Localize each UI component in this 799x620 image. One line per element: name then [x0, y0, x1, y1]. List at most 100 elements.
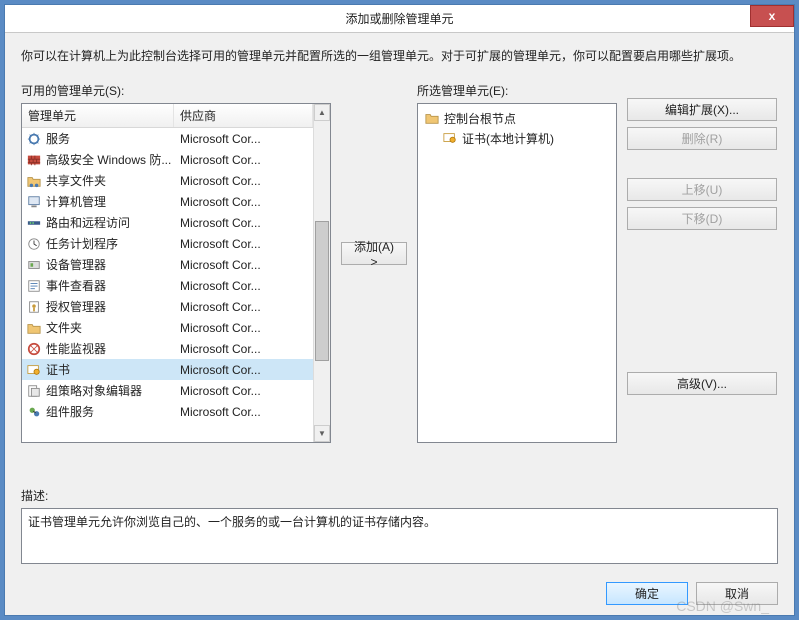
remove-button[interactable]: 删除(R)	[627, 127, 777, 150]
snapin-name: 证书	[46, 361, 180, 378]
list-item[interactable]: 证书Microsoft Cor...	[22, 359, 313, 380]
col-header-vendor[interactable]: 供应商	[174, 104, 313, 127]
selected-column: 所选管理单元(E): 控制台根节点 证书(本地计算机)	[417, 82, 617, 443]
tree-child-label: 证书(本地计算机)	[462, 130, 554, 147]
services-icon	[26, 131, 42, 147]
eventvwr-icon	[26, 278, 42, 294]
available-label: 可用的管理单元(S):	[21, 82, 331, 99]
available-list[interactable]: 管理单元 供应商 服务Microsoft Cor...高级安全 Windows …	[21, 103, 331, 443]
snapin-name: 共享文件夹	[46, 172, 180, 189]
snapin-name: 高级安全 Windows 防...	[46, 151, 180, 168]
list-item[interactable]: 路由和远程访问Microsoft Cor...	[22, 212, 313, 233]
list-item[interactable]: 共享文件夹Microsoft Cor...	[22, 170, 313, 191]
list-item[interactable]: 任务计划程序Microsoft Cor...	[22, 233, 313, 254]
snapin-name: 计算机管理	[46, 193, 180, 210]
cert-icon	[26, 362, 42, 378]
snapin-vendor: Microsoft Cor...	[180, 363, 313, 377]
scroll-up-button[interactable]: ▲	[314, 104, 330, 121]
snapin-name: 组件服务	[46, 403, 180, 420]
list-item[interactable]: 事件查看器Microsoft Cor...	[22, 275, 313, 296]
list-item[interactable]: 设备管理器Microsoft Cor...	[22, 254, 313, 275]
shared-icon	[26, 173, 42, 189]
description-box: 证书管理单元允许你浏览自己的、一个服务的或一台计算机的证书存储内容。	[21, 508, 778, 564]
ok-button[interactable]: 确定	[606, 582, 688, 605]
close-button[interactable]: x	[750, 5, 794, 27]
snapin-vendor: Microsoft Cor...	[180, 384, 313, 398]
description-text: 证书管理单元允许你浏览自己的、一个服务的或一台计算机的证书存储内容。	[28, 515, 436, 529]
certificate-icon	[442, 130, 458, 146]
snapin-name: 任务计划程序	[46, 235, 180, 252]
snapin-name: 路由和远程访问	[46, 214, 180, 231]
list-item[interactable]: 授权管理器Microsoft Cor...	[22, 296, 313, 317]
snapin-name: 授权管理器	[46, 298, 180, 315]
snapin-vendor: Microsoft Cor...	[180, 405, 313, 419]
titlebar: 添加或删除管理单元 x	[5, 5, 794, 33]
edit-extensions-button[interactable]: 编辑扩展(X)...	[627, 98, 777, 121]
list-item[interactable]: 组件服务Microsoft Cor...	[22, 401, 313, 422]
perfmon-icon	[26, 341, 42, 357]
list-item[interactable]: 服务Microsoft Cor...	[22, 128, 313, 149]
intro-text: 你可以在计算机上为此控制台选择可用的管理单元并配置所选的一组管理单元。对于可扩展…	[21, 47, 778, 64]
snapin-vendor: Microsoft Cor...	[180, 216, 313, 230]
folder-icon	[26, 320, 42, 336]
tasksched-icon	[26, 236, 42, 252]
snapin-name: 组策略对象编辑器	[46, 382, 180, 399]
rras-icon	[26, 215, 42, 231]
list-rows: 服务Microsoft Cor...高级安全 Windows 防...Micro…	[22, 128, 313, 422]
snapin-vendor: Microsoft Cor...	[180, 132, 313, 146]
list-item[interactable]: 计算机管理Microsoft Cor...	[22, 191, 313, 212]
cancel-button[interactable]: 取消	[696, 582, 778, 605]
devmgr-icon	[26, 257, 42, 273]
snapin-name: 文件夹	[46, 319, 180, 336]
snapin-name: 设备管理器	[46, 256, 180, 273]
scroll-thumb[interactable]	[315, 221, 329, 361]
available-column: 可用的管理单元(S): 管理单元 供应商 服务Microsoft Cor...高…	[21, 82, 331, 443]
compmgmt-icon	[26, 194, 42, 210]
list-item[interactable]: 组策略对象编辑器Microsoft Cor...	[22, 380, 313, 401]
tree-root[interactable]: 控制台根节点	[424, 108, 610, 128]
columns: 可用的管理单元(S): 管理单元 供应商 服务Microsoft Cor...高…	[21, 82, 778, 473]
snapin-vendor: Microsoft Cor...	[180, 300, 313, 314]
tree-child[interactable]: 证书(本地计算机)	[442, 128, 610, 148]
authmgr-icon	[26, 299, 42, 315]
window-title: 添加或删除管理单元	[5, 10, 794, 27]
snapin-vendor: Microsoft Cor...	[180, 153, 313, 167]
tree-root-label: 控制台根节点	[444, 110, 516, 127]
description-section: 描述: 证书管理单元允许你浏览自己的、一个服务的或一台计算机的证书存储内容。	[21, 487, 778, 564]
scrollbar[interactable]: ▲ ▼	[313, 104, 330, 442]
snapin-name: 性能监视器	[46, 340, 180, 357]
scroll-track[interactable]	[314, 121, 330, 425]
snapin-vendor: Microsoft Cor...	[180, 321, 313, 335]
snapin-vendor: Microsoft Cor...	[180, 237, 313, 251]
description-label: 描述:	[21, 487, 778, 504]
gpedit-icon	[26, 383, 42, 399]
footer: 确定 取消	[5, 574, 794, 615]
firewall-icon	[26, 152, 42, 168]
add-button[interactable]: 添加(A) >	[341, 242, 407, 265]
move-down-button[interactable]: 下移(D)	[627, 207, 777, 230]
snapin-vendor: Microsoft Cor...	[180, 342, 313, 356]
snapin-vendor: Microsoft Cor...	[180, 258, 313, 272]
snapin-vendor: Microsoft Cor...	[180, 279, 313, 293]
list-inner: 管理单元 供应商 服务Microsoft Cor...高级安全 Windows …	[22, 104, 313, 442]
snapin-name: 服务	[46, 130, 180, 147]
middle-column: 添加(A) >	[341, 82, 407, 265]
snapin-vendor: Microsoft Cor...	[180, 195, 313, 209]
list-item[interactable]: 文件夹Microsoft Cor...	[22, 317, 313, 338]
content-area: 你可以在计算机上为此控制台选择可用的管理单元并配置所选的一组管理单元。对于可扩展…	[5, 33, 794, 574]
snapin-name: 事件查看器	[46, 277, 180, 294]
list-item[interactable]: 高级安全 Windows 防...Microsoft Cor...	[22, 149, 313, 170]
scroll-down-button[interactable]: ▼	[314, 425, 330, 442]
selected-label: 所选管理单元(E):	[417, 82, 617, 99]
folder-icon	[424, 110, 440, 126]
selected-tree[interactable]: 控制台根节点 证书(本地计算机)	[417, 103, 617, 443]
col-header-name[interactable]: 管理单元	[22, 104, 174, 127]
snapin-vendor: Microsoft Cor...	[180, 174, 313, 188]
move-up-button[interactable]: 上移(U)	[627, 178, 777, 201]
list-header: 管理单元 供应商	[22, 104, 313, 128]
advanced-button[interactable]: 高级(V)...	[627, 372, 777, 395]
list-item[interactable]: 性能监视器Microsoft Cor...	[22, 338, 313, 359]
comsvc-icon	[26, 404, 42, 420]
close-icon: x	[769, 9, 776, 23]
dialog-window: 添加或删除管理单元 x 你可以在计算机上为此控制台选择可用的管理单元并配置所选的…	[4, 4, 795, 616]
